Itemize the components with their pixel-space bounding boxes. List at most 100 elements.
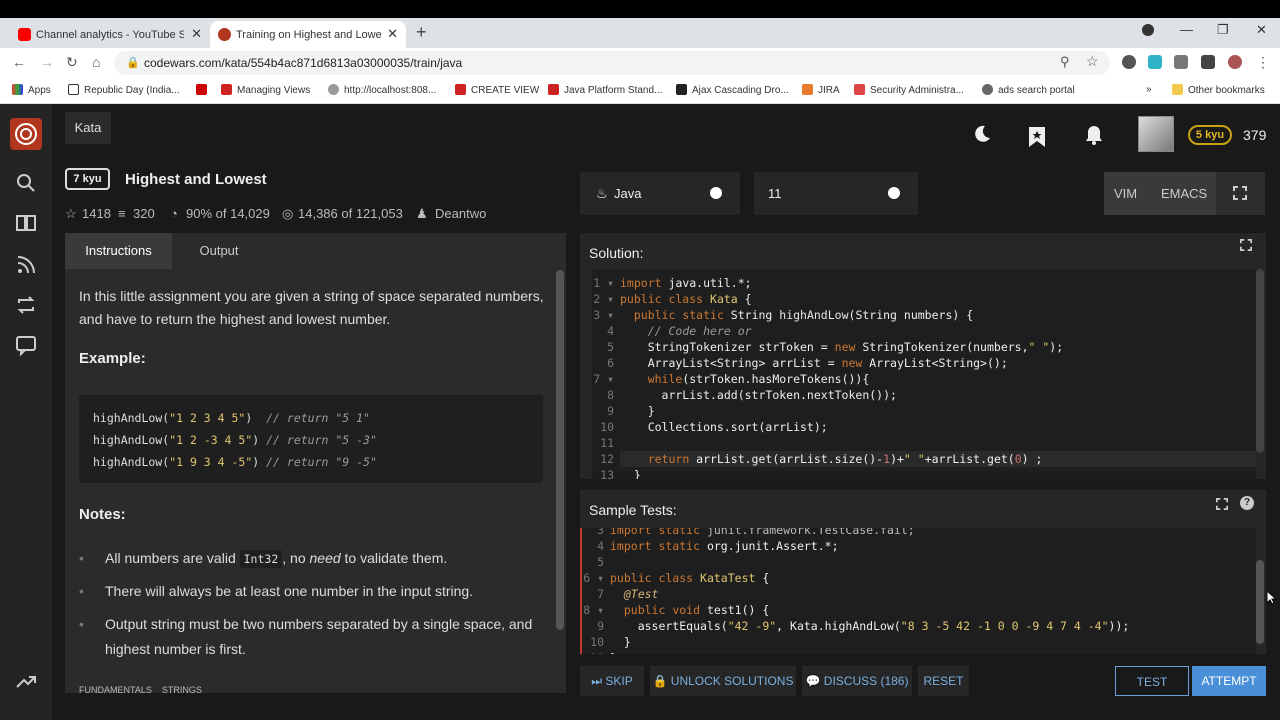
action-bar: ⏭ SKIP 🔒 UNLOCK SOLUTIONS 💬 DISCUSS (186… xyxy=(580,666,1266,698)
bookmark-item[interactable]: Managing Views xyxy=(221,84,310,96)
discuss-button[interactable]: 💬 DISCUSS (186) xyxy=(802,666,912,696)
instructions-panel: Instructions Output In this little assig… xyxy=(65,233,566,693)
forward-icon[interactable]: → xyxy=(40,54,54,70)
sample-tests-editor[interactable]: 3 import static junit.framework.TestCase.… xyxy=(580,528,1256,654)
menu-dots-icon[interactable]: ⋮ xyxy=(1256,54,1270,71)
tests-scrollbar[interactable] xyxy=(1256,560,1264,644)
extension-icon[interactable] xyxy=(1148,55,1162,69)
bookmark-icon[interactable] xyxy=(1028,126,1046,154)
version-value: 11 xyxy=(768,186,782,201)
tag-strings[interactable]: STRINGS xyxy=(162,685,202,693)
help-icon[interactable]: ? xyxy=(1240,496,1254,510)
bookmark-apps[interactable]: Apps xyxy=(12,84,51,96)
bell-icon[interactable] xyxy=(1084,124,1104,152)
java-icon: ♨ xyxy=(596,186,608,201)
kata-author[interactable]: Deantwo xyxy=(435,206,486,221)
puzzle-icon[interactable] xyxy=(1201,55,1215,69)
close-window-icon[interactable]: ✕ xyxy=(1256,22,1267,38)
tab-label: Channel analytics - YouTube Stu xyxy=(36,28,184,41)
url-text: codewars.com/kata/554b4ac871d6813a030000… xyxy=(144,56,463,70)
bookmark-item[interactable]: Security Administra... xyxy=(854,84,964,96)
bookmark-item[interactable]: Republic Day (India... xyxy=(68,84,180,96)
completion-icon: ◎ xyxy=(282,206,294,221)
kata-rank-badge: 7 kyu xyxy=(65,168,110,190)
kata-tab[interactable]: Kata xyxy=(65,112,111,144)
skip-button[interactable]: ⏭ SKIP xyxy=(580,666,644,696)
rss-icon[interactable] xyxy=(15,254,37,276)
repeat-icon[interactable] xyxy=(15,294,37,316)
bookmark-label: Security Administra... xyxy=(870,85,964,96)
bookmark-item[interactable]: ads search portal xyxy=(982,84,1075,96)
book-icon[interactable] xyxy=(15,212,37,234)
chat-icon[interactable] xyxy=(15,334,37,357)
avatar[interactable] xyxy=(1138,116,1174,152)
vim-button[interactable]: VIM xyxy=(1114,186,1137,201)
example-code-block: highAndLow("1 2 3 4 5") // return "5 1" … xyxy=(79,395,543,483)
test-button[interactable]: TEST xyxy=(1115,666,1189,696)
version-select[interactable]: 11 xyxy=(754,172,918,215)
unlock-label: UNLOCK SOLUTIONS xyxy=(670,674,794,688)
attempt-button[interactable]: ATTEMPT xyxy=(1192,666,1266,696)
close-tab-icon[interactable]: ✕ xyxy=(387,26,398,42)
bookmark-label: ads search portal xyxy=(998,85,1075,96)
home-icon[interactable]: ⌂ xyxy=(92,54,100,70)
reload-icon[interactable]: ↻ xyxy=(66,54,78,71)
bookmark-item[interactable]: http://localhost:808... xyxy=(328,84,436,96)
close-tab-icon[interactable]: ✕ xyxy=(191,26,202,42)
search-icon[interactable] xyxy=(15,172,37,194)
new-tab-icon[interactable]: + xyxy=(416,22,427,43)
tab-instructions[interactable]: Instructions xyxy=(65,233,172,269)
language-select[interactable]: ♨ Java xyxy=(580,172,740,215)
reset-button[interactable]: RESET xyxy=(918,666,969,696)
expand-icon[interactable] xyxy=(1216,498,1228,510)
chevron-down-icon xyxy=(888,187,900,199)
bookmark-item[interactable]: JIRA xyxy=(802,84,840,96)
honor-count: 379 xyxy=(1243,127,1267,143)
solution-scrollbar[interactable] xyxy=(1256,269,1264,453)
moon-icon[interactable] xyxy=(972,124,992,150)
bookmark-label: http://localhost:808... xyxy=(344,85,437,96)
trending-icon[interactable] xyxy=(15,670,37,692)
bookmark-label: Managing Views xyxy=(237,85,311,96)
more-bookmarks-icon[interactable]: » xyxy=(1146,84,1152,95)
expand-icon[interactable] xyxy=(1240,239,1252,251)
restore-icon[interactable]: ❐ xyxy=(1217,22,1229,38)
address-bar[interactable]: 🔒 codewars.com/kata/554b4ac871d6813a0300… xyxy=(114,51,1110,75)
emacs-button[interactable]: EMACS xyxy=(1161,186,1207,201)
note-code: Int32 xyxy=(239,550,283,568)
chat-icon: 💬 xyxy=(805,674,824,688)
star-icon[interactable]: ☆ xyxy=(65,206,77,222)
collection-icon[interactable]: ≡ xyxy=(118,206,126,221)
bookmark-item[interactable]: CREATE VIEW xyxy=(455,84,539,96)
sample-tests-label: Sample Tests: xyxy=(589,502,677,518)
bookmark-item[interactable] xyxy=(196,84,212,96)
extension-icon[interactable] xyxy=(1174,55,1188,69)
bookmark-item[interactable]: Java Platform Stand... xyxy=(548,84,662,96)
fullscreen-button[interactable] xyxy=(1216,172,1265,215)
solution-code-editor[interactable]: 1 ▾ import java.util.*; 2 ▾ public class K… xyxy=(592,269,1256,479)
minimize-icon[interactable]: — xyxy=(1180,22,1193,37)
tab-output[interactable]: Output xyxy=(172,233,266,269)
instructions-scrollbar[interactable] xyxy=(556,270,564,630)
bookmark-other[interactable]: Other bookmarks xyxy=(1172,84,1265,96)
zoom-icon[interactable]: ⚲ xyxy=(1060,54,1070,70)
list-item: All numbers are valid Int32, no need to … xyxy=(79,546,549,572)
code-string: "1 2 3 4 5" xyxy=(169,411,246,425)
bookmark-label: Apps xyxy=(28,85,51,96)
browser-tab-youtube[interactable]: Channel analytics - YouTube Stu ✕ xyxy=(18,21,202,48)
app-header: Kata 5 kyu 379 xyxy=(52,104,1280,160)
bookmark-item[interactable]: Ajax Cascading Dro... xyxy=(676,84,789,96)
profile-menu-icon[interactable] xyxy=(1142,24,1154,36)
unlock-solutions-button[interactable]: 🔒 UNLOCK SOLUTIONS xyxy=(650,666,796,696)
code-comment: // return "5 -3" xyxy=(266,433,377,447)
codewars-logo[interactable] xyxy=(10,118,42,150)
satisfaction-rating: 90% of 14,029 xyxy=(186,206,270,221)
tab-label: Training on Highest and Lowest xyxy=(236,28,382,41)
bookmark-star-icon[interactable]: ☆ xyxy=(1086,53,1099,70)
profile-avatar-icon[interactable] xyxy=(1228,55,1242,69)
browser-tab-codewars[interactable]: Training on Highest and Lowest ✕ xyxy=(210,21,406,48)
back-icon[interactable]: ← xyxy=(12,54,26,70)
code-call: highAndLow( xyxy=(93,433,170,447)
extension-icon[interactable] xyxy=(1122,55,1136,69)
tag-fundamentals[interactable]: FUNDAMENTALS xyxy=(79,685,152,693)
